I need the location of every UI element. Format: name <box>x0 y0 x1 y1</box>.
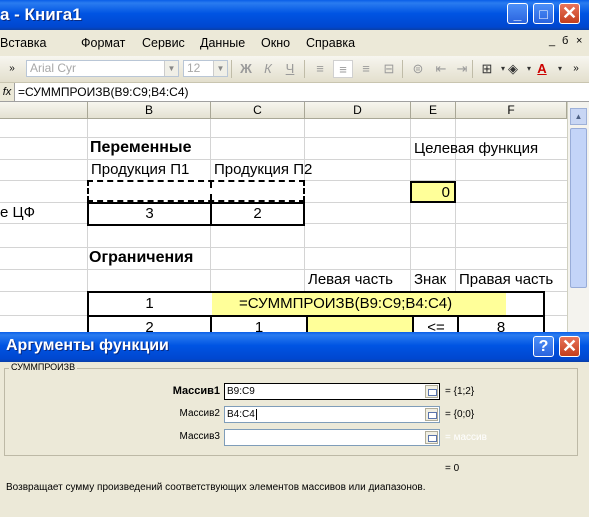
formula-result: = 0 <box>445 463 460 474</box>
menu-item-format[interactable]: Формат <box>81 36 125 50</box>
currency-icon[interactable]: ⊜ <box>408 60 428 78</box>
dialog-title-bar: Аргументы функции ? ✕ <box>0 332 589 362</box>
column-header-c[interactable]: C <box>211 102 305 119</box>
window-title: а - Книга1 <box>0 5 82 24</box>
font-color-icon[interactable]: A <box>532 60 552 78</box>
toolbar-options-icon[interactable]: » <box>566 60 586 78</box>
font-size-value: 12 <box>187 61 201 75</box>
menu-bar: Вставка Формат Сервис Данные Окно Справк… <box>0 32 589 54</box>
scroll-up-icon[interactable]: ▲ <box>570 108 587 125</box>
chevron-down-icon: ▼ <box>164 61 178 76</box>
coef-label: е ЦФ <box>0 204 36 221</box>
doc-restore-button[interactable]: б <box>562 35 568 47</box>
menu-item-tools[interactable]: Сервис <box>142 36 185 50</box>
array1-result: = {1;2} <box>445 386 475 397</box>
column-header-b[interactable]: B <box>88 102 211 119</box>
vertical-scrollbar[interactable]: ▲ <box>567 102 589 342</box>
constraint-row-1[interactable]: 1 =СУММПРОИЗВ(B9:C9;B4:C4) <box>87 291 545 317</box>
array1-label: Массив1 <box>172 385 220 397</box>
font-size-select[interactable]: 12 ▼ <box>183 60 228 77</box>
menu-item-window[interactable]: Окно <box>261 36 290 50</box>
fx-icon[interactable]: fx <box>0 83 15 101</box>
column-header-e[interactable]: E <box>411 102 456 119</box>
range-picker-icon[interactable] <box>425 408 438 421</box>
objective-header: Целевая функция <box>414 140 539 157</box>
merge-center-icon[interactable]: ⊟ <box>379 60 399 78</box>
constraint-1-number: 1 <box>145 295 154 312</box>
range-picker-icon[interactable] <box>425 431 438 444</box>
menu-item-help[interactable]: Справка <box>306 36 355 50</box>
dialog-close-button[interactable]: ✕ <box>559 336 580 357</box>
function-name: СУММПРОИЗВ <box>9 362 78 372</box>
toolbar-separator <box>472 60 473 78</box>
decrease-indent-icon[interactable]: ⇤ <box>431 60 451 78</box>
close-button[interactable]: ✕ <box>559 3 580 24</box>
constraint-1-formula: =СУММПРОИЗВ(B9:C9;B4:C4) <box>239 295 453 312</box>
right-part-label: Правая часть <box>459 271 554 288</box>
doc-minimize-button[interactable]: _ <box>549 35 555 47</box>
coef1-cell[interactable]: 3 <box>87 202 212 226</box>
increase-indent-icon[interactable]: ⇥ <box>452 60 472 78</box>
array2-input[interactable]: B4:C4 <box>224 406 440 423</box>
toolbar-separator <box>231 60 232 78</box>
formula-input[interactable]: =СУММПРОИЗВ(B9:C9;B4:C4) <box>18 85 189 99</box>
array2-value: B4:C4 <box>227 409 255 420</box>
help-button[interactable]: ? <box>533 336 554 357</box>
window-title-bar: а - Книга1 _ □ ✕ <box>0 0 589 30</box>
gridline <box>0 247 567 248</box>
column-header-f[interactable]: F <box>456 102 567 119</box>
italic-button[interactable]: К <box>258 60 278 78</box>
sign-label: Знак <box>414 271 447 288</box>
product1-label: Продукция П1 <box>91 161 190 178</box>
chevron-down-icon: ▼ <box>213 61 227 76</box>
menu-item-data[interactable]: Данные <box>200 36 245 50</box>
bold-button[interactable]: Ж <box>236 60 256 78</box>
array1-value: B9:C9 <box>227 386 255 397</box>
formula-bar: fx =СУММПРОИЗВ(B9:C9;B4:C4) <box>0 83 589 102</box>
align-left-icon[interactable]: ≡ <box>310 60 330 78</box>
constraints-header: Ограничения <box>89 249 194 266</box>
array3-result: = массив <box>445 432 487 443</box>
column-header-d[interactable]: D <box>305 102 411 119</box>
dialog-title: Аргументы функции <box>6 337 169 354</box>
function-arguments-dialog: Аргументы функции ? ✕ СУММПРОИЗВ Массив1… <box>0 332 589 517</box>
menu-item-insert[interactable]: Вставка <box>0 36 46 50</box>
minimize-button[interactable]: _ <box>507 3 528 24</box>
toolbar-separator <box>402 60 403 78</box>
variables-range-marquee[interactable] <box>87 180 305 202</box>
array2-label: Массив2 <box>179 408 220 419</box>
left-part-label: Левая часть <box>308 271 393 288</box>
coef2-cell[interactable]: 2 <box>210 202 305 226</box>
underline-button[interactable]: Ч <box>280 60 300 78</box>
coef1-value: 3 <box>145 205 154 222</box>
worksheet-grid[interactable]: B C D E F Переменные Целевая функция Про… <box>0 102 567 342</box>
formatting-toolbar: » Arial Cyr ▼ 12 ▼ Ж К Ч ≡ ≡ ≡ ⊟ ⊜ ⇤ ⇥ ⊞… <box>0 56 589 83</box>
text-cursor <box>255 409 257 420</box>
array3-input[interactable] <box>224 429 440 446</box>
product2-label: Продукция П2 <box>214 161 313 178</box>
coef2-value: 2 <box>253 205 262 222</box>
array3-label: Массив3 <box>179 431 220 442</box>
gridline <box>210 182 212 200</box>
gridline <box>0 137 567 138</box>
variables-header: Переменные <box>90 139 192 156</box>
objective-value-cell[interactable]: 0 <box>410 181 456 203</box>
function-description: Возвращает сумму произведений соответств… <box>6 482 426 493</box>
align-center-icon[interactable]: ≡ <box>333 60 353 78</box>
toolbar-options-icon[interactable]: » <box>2 60 22 78</box>
align-right-icon[interactable]: ≡ <box>356 60 376 78</box>
doc-close-button[interactable]: × <box>576 35 582 47</box>
font-name-select[interactable]: Arial Cyr ▼ <box>26 60 179 77</box>
range-picker-icon[interactable] <box>425 385 438 398</box>
column-header-a[interactable] <box>0 102 88 119</box>
scrollbar-thumb[interactable] <box>570 128 587 288</box>
array1-input[interactable]: B9:C9 <box>224 383 440 400</box>
objective-value: 0 <box>441 184 450 201</box>
maximize-button[interactable]: □ <box>533 3 554 24</box>
array2-result: = {0;0} <box>445 409 475 420</box>
toolbar-separator <box>304 60 305 78</box>
font-name-value: Arial Cyr <box>30 61 77 75</box>
